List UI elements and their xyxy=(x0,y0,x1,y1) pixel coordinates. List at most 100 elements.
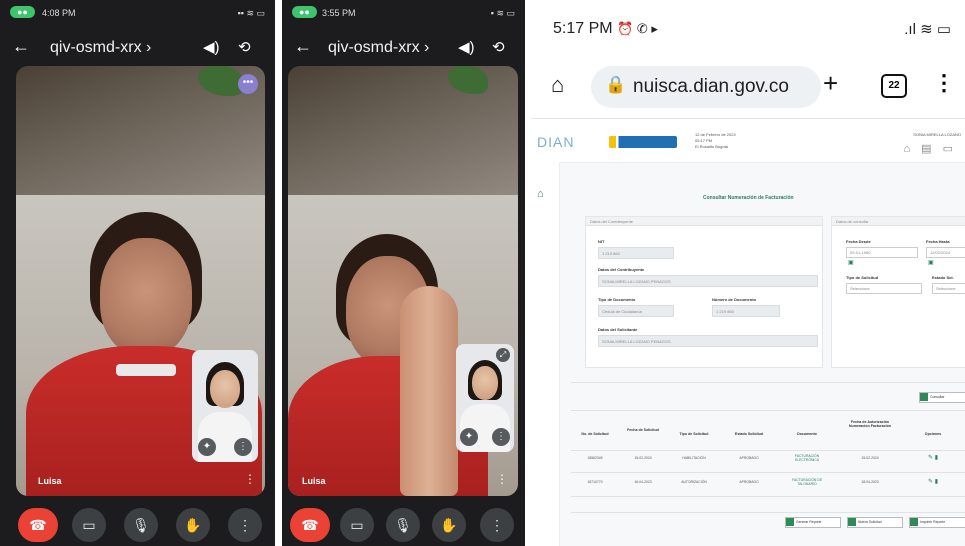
chevron-right-icon: › xyxy=(424,39,430,56)
status-time: 4:08 PM xyxy=(42,8,76,18)
document-link[interactable]: FACTURACIÓN DE TALONARIO xyxy=(783,478,831,486)
government-logo xyxy=(609,136,677,148)
meeting-code[interactable]: qiv-osmd-xrx › xyxy=(328,39,429,57)
more-options-button[interactable]: ⋮ xyxy=(228,508,262,542)
razon-field: SONIA MIRELLA LOZANO PENAGOS xyxy=(598,275,818,287)
url-field[interactable]: 🔒 nuisca.dian.gov.co xyxy=(591,66,821,108)
tile-more-icon[interactable]: ⋮ xyxy=(496,472,508,486)
browser-screenshot: 5:17 PM ⏰ ✆ ▸ .ıl ≋ ▭ ⌂ 🔒 nuisca.dian.go… xyxy=(531,0,965,546)
search-icon xyxy=(920,393,928,401)
col-header: Opciones xyxy=(924,432,942,436)
meeting-code-text: qiv-osmd-xrx xyxy=(328,39,420,56)
raise-hand-button[interactable]: ✋ xyxy=(176,508,210,542)
divider xyxy=(571,382,965,383)
table-cell: 18710770 xyxy=(587,480,603,484)
table-cell: AUTORIZACIÓN xyxy=(681,480,707,484)
row-actions[interactable]: ✎ ▮ xyxy=(913,478,953,485)
header-icons[interactable]: ⌂ ▤ ▭ xyxy=(903,142,957,155)
self-view-tile[interactable]: ✦ ⋮ xyxy=(192,350,258,462)
contribuyente-panel: Datos del Contribuyente NIT 1 219 860 Da… xyxy=(585,216,823,368)
call-controls: ☎ ▭ 🎙 ✋ ⋮ xyxy=(0,502,275,546)
table-cell: HABILITACIÓN xyxy=(682,456,706,460)
status-bar: ●● 4:08 PM ▪▪ ≋ ▭ xyxy=(0,0,275,28)
print-icon xyxy=(910,518,918,526)
solicitante-value: SONIA MIRELLA LOZANO PENAGOS xyxy=(602,339,671,344)
num-doc-value: 1 219 860 xyxy=(716,309,734,314)
document-link[interactable]: FACTURACIÓN ELECTRÓNICA xyxy=(783,454,831,462)
tipo-sol-select[interactable]: Seleccione xyxy=(846,283,922,294)
back-arrow-icon[interactable]: ← xyxy=(12,36,30,57)
report-icon xyxy=(786,518,794,526)
generar-reporte-button[interactable]: Generar Reporte xyxy=(785,517,841,528)
status-time-text: 5:17 PM xyxy=(553,20,613,37)
phone-screenshot-left: ●● 4:08 PM ▪▪ ≋ ▭ ← qiv-osmd-xrx › ◀) ⟲ … xyxy=(0,0,275,546)
effects-icon[interactable]: ✦ xyxy=(460,428,478,446)
panel-header: Datos del Contribuyente xyxy=(586,217,822,226)
meeting-code[interactable]: qiv-osmd-xrx › xyxy=(50,39,151,57)
browser-menu-icon[interactable]: ⋮ xyxy=(933,70,955,96)
add-icon xyxy=(848,518,856,526)
raise-hand-button[interactable]: ✋ xyxy=(432,508,466,542)
call-controls: ☎ ▭ 🎙 ✋ ⋮ xyxy=(282,502,525,546)
home-icon[interactable]: ⌂ xyxy=(551,72,564,98)
fecha-hasta-label: Fecha Hasta xyxy=(926,239,950,244)
tipo-doc-field: Cédula de Ciudadanía xyxy=(598,305,674,317)
end-call-button[interactable]: ☎ xyxy=(18,508,58,542)
selfview-more-icon[interactable]: ⋮ xyxy=(492,428,510,446)
mic-toggle-button[interactable]: 🎙 xyxy=(386,508,420,542)
nueva-solicitud-button[interactable]: Nueva Solicitud xyxy=(847,517,903,528)
selfview-face xyxy=(472,366,498,400)
generar-reporte-label: Generar Reporte xyxy=(796,519,822,524)
effects-icon[interactable]: ✦ xyxy=(198,438,216,456)
nit-value: 1 219 860 xyxy=(602,251,620,256)
imprimir-reporte-button[interactable]: Imprimir Reporte xyxy=(909,517,965,528)
fecha-desde-value: 09-01-1980 xyxy=(850,250,871,255)
table-cell: APROBADO xyxy=(739,456,759,460)
switch-camera-icon[interactable]: ⟲ xyxy=(238,38,251,56)
estado-select[interactable]: Seleccione xyxy=(932,283,965,294)
col-header: Estado Solicitud xyxy=(734,432,764,436)
calendar-icon[interactable]: ▣ xyxy=(848,259,854,266)
header-date: 12 de Febrero de 2024 xyxy=(695,132,736,137)
tipo-sol-label: Tipo de Solicitud xyxy=(846,275,879,280)
panel-title: Datos del Contribuyente xyxy=(590,219,633,224)
mic-toggle-button[interactable]: 🎙 xyxy=(124,508,158,542)
tab-count-button[interactable]: 22 xyxy=(881,74,907,98)
speaker-icon[interactable]: ◀) xyxy=(203,38,220,56)
tile-more-icon[interactable]: ⋮ xyxy=(244,472,256,486)
status-icons: ▪ ≋ ▭ xyxy=(490,8,515,18)
header-time: 05:17 PM xyxy=(695,138,713,143)
col-header: Fecha de Autorización Numeración Factura… xyxy=(848,420,892,428)
self-view-tile[interactable]: ⤢ ✦ ⋮ xyxy=(456,344,514,452)
speaker-icon[interactable]: ◀) xyxy=(458,38,475,56)
panel-header: Datos de consulta xyxy=(832,217,965,226)
participant-video-tile: ••• Luisa ⋮ ✦ ⋮ xyxy=(16,66,265,496)
more-options-icon[interactable]: ••• xyxy=(238,74,258,94)
fecha-hasta-value: 12/02/2024 xyxy=(930,250,951,255)
table-cell: 16-04-2023 xyxy=(634,480,652,484)
home-icon[interactable]: ⌂ xyxy=(537,188,544,200)
calendar-icon[interactable]: ▣ xyxy=(928,259,934,266)
table-cell: 15-02-2024 xyxy=(634,456,652,460)
url-text: nuisca.dian.gov.co xyxy=(633,76,789,97)
fecha-desde-input[interactable]: 09-01-1980 xyxy=(846,247,918,258)
back-arrow-icon[interactable]: ← xyxy=(294,36,312,57)
header-city: El Rosalito Bogotá xyxy=(695,144,728,149)
consultar-button[interactable]: Consultar xyxy=(919,392,965,403)
end-call-button[interactable]: ☎ xyxy=(290,508,330,542)
switch-camera-icon[interactable]: ⟲ xyxy=(492,38,505,56)
camera-toggle-button[interactable]: ▭ xyxy=(72,508,106,542)
table-top-rule xyxy=(571,410,965,411)
selfview-face xyxy=(210,370,240,408)
selfview-more-icon[interactable]: ⋮ xyxy=(234,438,252,456)
col-header: Documento xyxy=(797,432,817,436)
row-actions[interactable]: ✎ ▮ xyxy=(913,454,953,461)
imprimir-reporte-label: Imprimir Reporte xyxy=(920,519,946,524)
video-raised-arm xyxy=(400,286,458,496)
new-tab-icon[interactable]: + xyxy=(823,68,838,99)
expand-selfview-icon[interactable]: ⤢ xyxy=(496,348,510,362)
fecha-hasta-input[interactable]: 12/02/2024 xyxy=(926,247,965,258)
more-options-button[interactable]: ⋮ xyxy=(480,508,514,542)
camera-toggle-button[interactable]: ▭ xyxy=(340,508,374,542)
dian-logo[interactable]: DIAN xyxy=(537,134,574,150)
